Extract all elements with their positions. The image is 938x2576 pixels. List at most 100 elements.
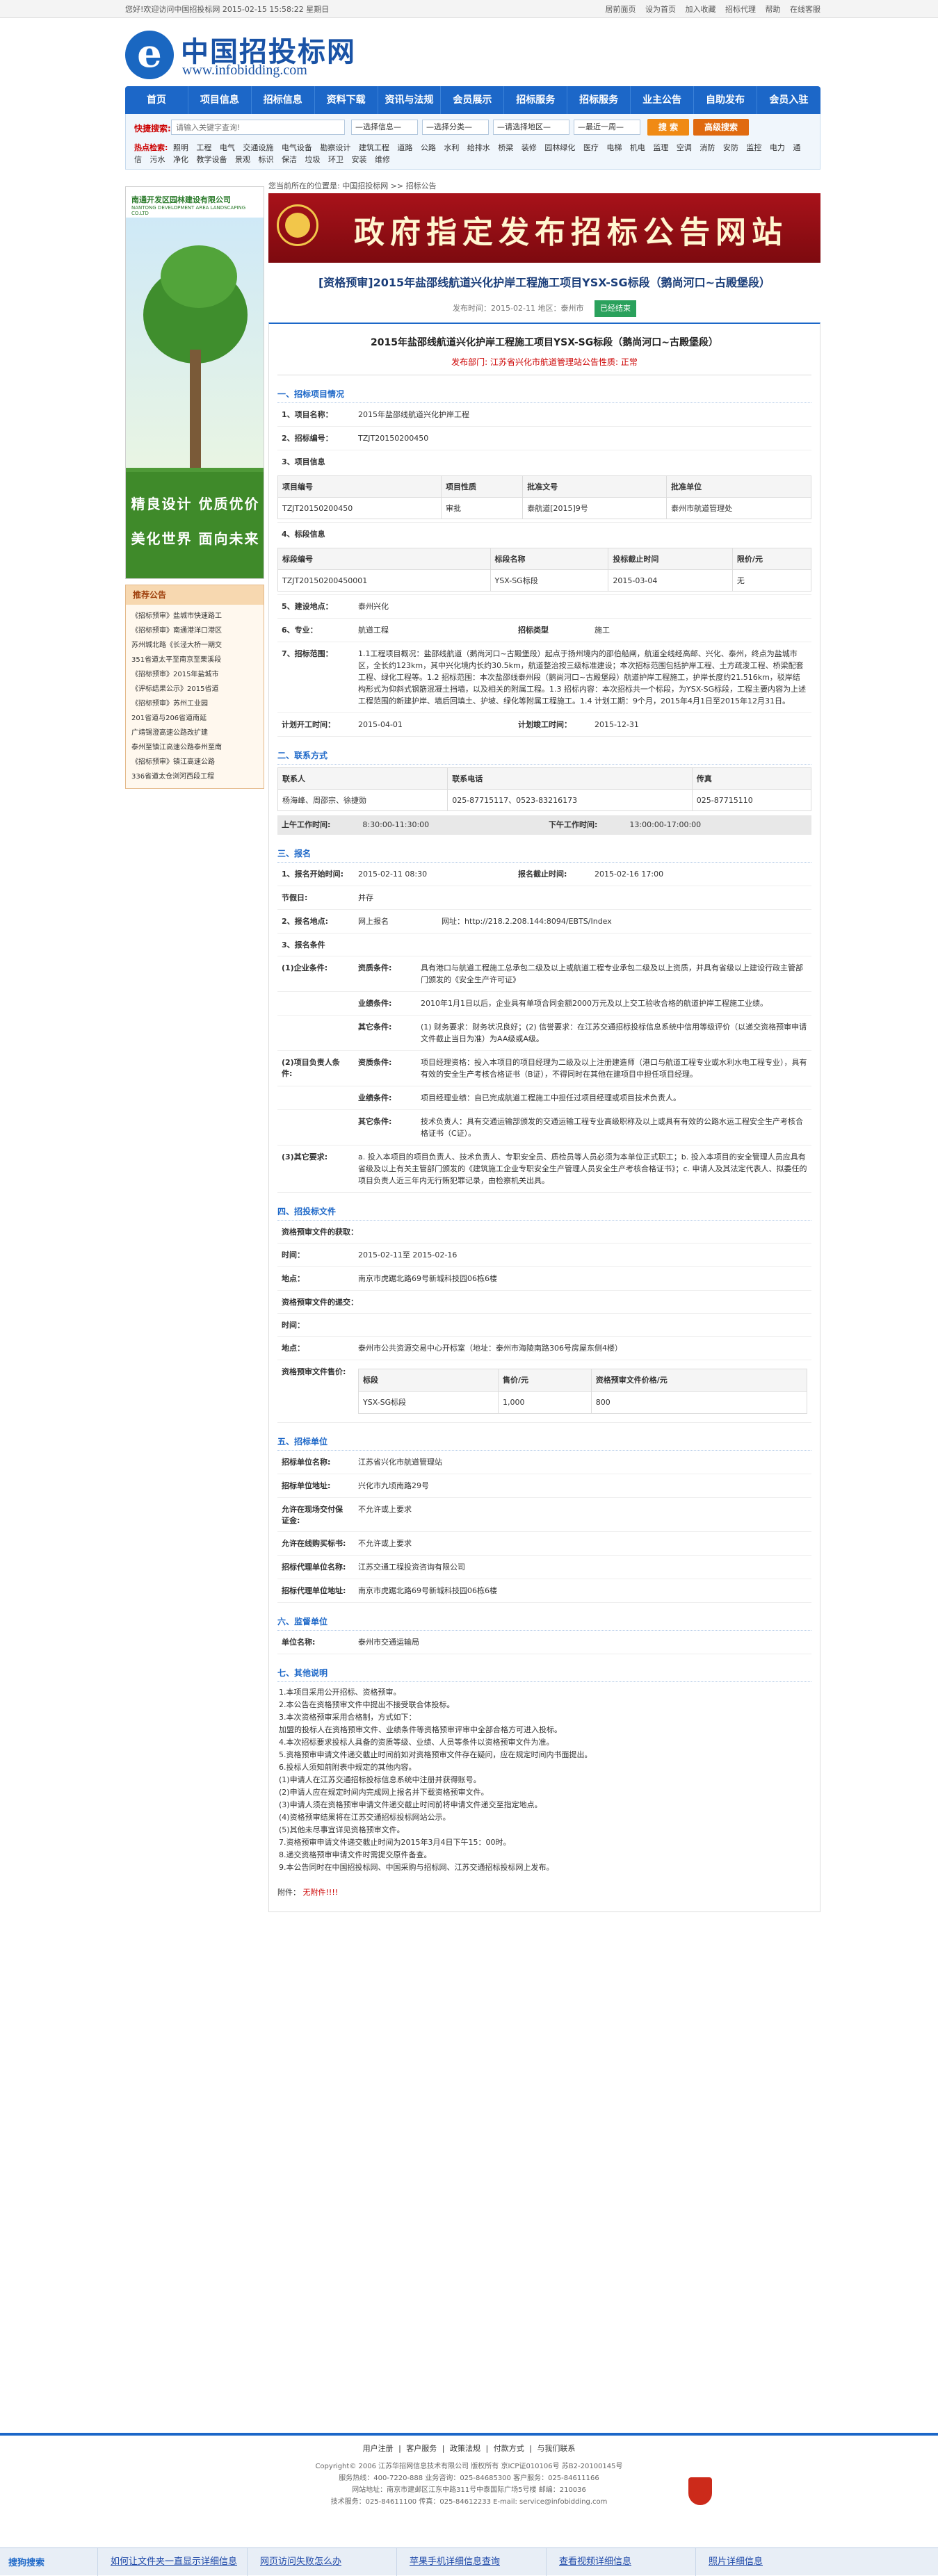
field-value: 项目经理业绩：自已完成航道工程施工中担任过项目经理或项目技术负责人。	[421, 1093, 681, 1102]
hot-keyword[interactable]: 给排水	[467, 143, 490, 152]
hot-keyword[interactable]: 安装	[352, 155, 367, 164]
sogou-search-logo[interactable]: 搜狗搜索	[8, 2555, 45, 2568]
footer-link[interactable]: 付款方式	[494, 2444, 524, 2453]
hot-keyword[interactable]: 污水	[150, 155, 165, 164]
nav-item[interactable]: 招标服务	[567, 86, 631, 114]
list-item[interactable]: 《招标预审》2015年盐城市	[131, 667, 258, 682]
hot-keyword[interactable]: 景观	[235, 155, 250, 164]
nav-item[interactable]: 招标服务	[504, 86, 568, 114]
footer-link[interactable]: 客户服务	[406, 2444, 437, 2453]
list-item[interactable]: 泰州至镇江高速公路泰州至南	[131, 740, 258, 755]
section-heading: 三、报名	[277, 845, 811, 863]
info-type-select[interactable]: —选择信息—	[351, 120, 418, 135]
list-item[interactable]: 336省道太仓浏河西段工程	[131, 769, 258, 784]
field-row: 3、项目信息 项目编号 项目性质 批准文号 批准单位 TZJT201502004…	[277, 450, 811, 523]
list-item[interactable]: 201省道与206省道南延	[131, 711, 258, 726]
list-item[interactable]: 《招标预审》盐城市快速路工	[131, 609, 258, 623]
hot-keyword[interactable]: 医疗	[583, 143, 599, 152]
hot-keyword[interactable]: 垃圾	[305, 155, 321, 164]
suggestion-link[interactable]: 网页访问失败怎么办	[247, 2548, 396, 2576]
hot-keyword[interactable]: 建筑工程	[359, 143, 389, 152]
nav-item[interactable]: 招标信息	[252, 86, 315, 114]
utility-link[interactable]: 加入收藏	[686, 5, 716, 14]
utility-link[interactable]: 设为首页	[645, 5, 676, 14]
hot-keyword[interactable]: 电力	[770, 143, 785, 152]
list-item[interactable]: 351省道太平至南京至栗溪段	[131, 653, 258, 667]
hot-keyword[interactable]: 交通设施	[243, 143, 273, 152]
hot-keyword[interactable]: 标识	[259, 155, 274, 164]
note-line: (2)申请人应在规定时间内完成网上报名并下载资格预审文件。	[279, 1788, 489, 1797]
advanced-search-button[interactable]: 高级搜索	[693, 119, 749, 136]
hot-keyword[interactable]: 电梯	[606, 143, 622, 152]
list-item[interactable]: 《招标预审》苏州工业园	[131, 696, 258, 711]
hot-keyword[interactable]: 消防	[700, 143, 715, 152]
hot-keyword[interactable]: 照明	[173, 143, 188, 152]
nav-item[interactable]: 会员入驻	[757, 86, 820, 114]
hot-keyword[interactable]: 环卫	[328, 155, 343, 164]
top-utility-bar: 您好!欢迎访问中国招投标网 2015-02-15 15:58:22 星期日 居前…	[0, 0, 938, 18]
list-item[interactable]: 《评标结果公示》2015省道	[131, 682, 258, 696]
hot-keyword[interactable]: 道路	[397, 143, 412, 152]
category-select[interactable]: —选择分类—	[422, 120, 489, 135]
table-cell: 杨海峰、周邵宗、徐捷勋	[277, 789, 448, 811]
footer-link[interactable]: 用户注册	[363, 2444, 394, 2453]
hot-keyword[interactable]: 电气	[220, 143, 235, 152]
site-logo-icon[interactable]: e	[125, 31, 174, 79]
hot-keyword[interactable]: 电气设备	[282, 143, 312, 152]
suggestion-link[interactable]: 如何让文件夹一直显示详细信息	[97, 2548, 247, 2576]
period-select[interactable]: —最近一周—	[574, 120, 640, 135]
field-row: 招标单位地址: 兴化市九顷南路29号	[277, 1474, 811, 1498]
hot-keyword[interactable]: 安防	[723, 143, 738, 152]
hot-keyword[interactable]: 空调	[677, 143, 692, 152]
suggestion-link[interactable]: 照片详细信息	[695, 2548, 845, 2576]
list-item[interactable]: 《招标预审》南通港洋口港区	[131, 623, 258, 638]
list-item[interactable]: 《招标预审》镇江高速公路	[131, 755, 258, 769]
field-label: 资格预审文件的递交：	[282, 1298, 358, 1307]
police-badge-icon[interactable]	[688, 2477, 712, 2505]
list-item[interactable]: 广靖锡澄高速公路改扩建	[131, 726, 258, 740]
hot-keyword[interactable]: 装修	[521, 143, 537, 152]
hot-keyword[interactable]: 教学设备	[197, 155, 227, 164]
field-value: 2010年1月1日以后，企业具有单项合同金额2000万元及以上交工验收合格的航道…	[421, 999, 768, 1008]
company-ad-banner[interactable]: 南通开发区园林建设有限公司 NANTONG DEVELOPMENT AREA L…	[125, 186, 264, 579]
hot-keyword[interactable]: 净化	[173, 155, 188, 164]
search-button[interactable]: 搜 索	[647, 119, 689, 136]
table-header: 项目性质	[440, 475, 524, 498]
utility-link[interactable]: 帮助	[766, 5, 781, 14]
utility-link[interactable]: 在线客服	[790, 5, 820, 14]
hot-keyword[interactable]: 公路	[421, 143, 436, 152]
hot-keyword[interactable]: 工程	[196, 143, 211, 152]
field-label: 时间：	[282, 1250, 305, 1260]
nav-item[interactable]: 自助发布	[694, 86, 757, 114]
nav-item[interactable]: 首页	[125, 86, 188, 114]
suggestion-link[interactable]: 查看视频详细信息	[546, 2548, 695, 2576]
nav-item[interactable]: 项目信息	[188, 86, 252, 114]
recommended-notices-title: 推荐公告	[126, 585, 264, 605]
utility-link[interactable]: 居前面页	[606, 5, 636, 14]
suggestion-link[interactable]: 苹果手机详细信息查询	[396, 2548, 546, 2576]
nav-item[interactable]: 资讯与法规	[378, 86, 442, 114]
region-select[interactable]: —请选择地区—	[493, 120, 569, 135]
hot-keyword[interactable]: 园林绿化	[544, 143, 575, 152]
fee-table: 标段 售价/元 资格预审文件价格/元 YSX-SG标段 1,000 800	[358, 1369, 808, 1414]
footer-link[interactable]: 政策法规	[450, 2444, 480, 2453]
registration-url-link[interactable]: 网址：http://218.2.208.144:8094/EBTS/Index	[437, 910, 616, 933]
hot-keyword[interactable]: 保洁	[282, 155, 297, 164]
hot-keyword[interactable]: 水利	[444, 143, 459, 152]
utility-link[interactable]: 招标代理	[725, 5, 756, 14]
nav-item[interactable]: 业主公告	[631, 86, 695, 114]
search-input[interactable]	[171, 120, 345, 135]
hot-keyword[interactable]: 维修	[375, 155, 390, 164]
hot-keyword[interactable]: 监理	[653, 143, 668, 152]
condition-row: 业绩条件: 项目经理业绩：自已完成航道工程施工中担任过项目经理或项目技术负责人。	[277, 1086, 811, 1110]
field-value: 兴化市九顷南路29号	[358, 1481, 429, 1490]
footer-link[interactable]: 与我们联系	[537, 2444, 575, 2453]
hot-keyword[interactable]: 桥梁	[498, 143, 513, 152]
hot-keyword[interactable]: 机电	[630, 143, 645, 152]
nav-item[interactable]: 资料下载	[315, 86, 378, 114]
hot-keyword[interactable]: 勘察设计	[320, 143, 350, 152]
nav-item[interactable]: 会员展示	[441, 86, 505, 114]
ad-tree-image	[126, 218, 264, 503]
hot-keyword[interactable]: 监控	[746, 143, 761, 152]
list-item[interactable]: 苏州城北路《长泾大桥一期交	[131, 638, 258, 653]
